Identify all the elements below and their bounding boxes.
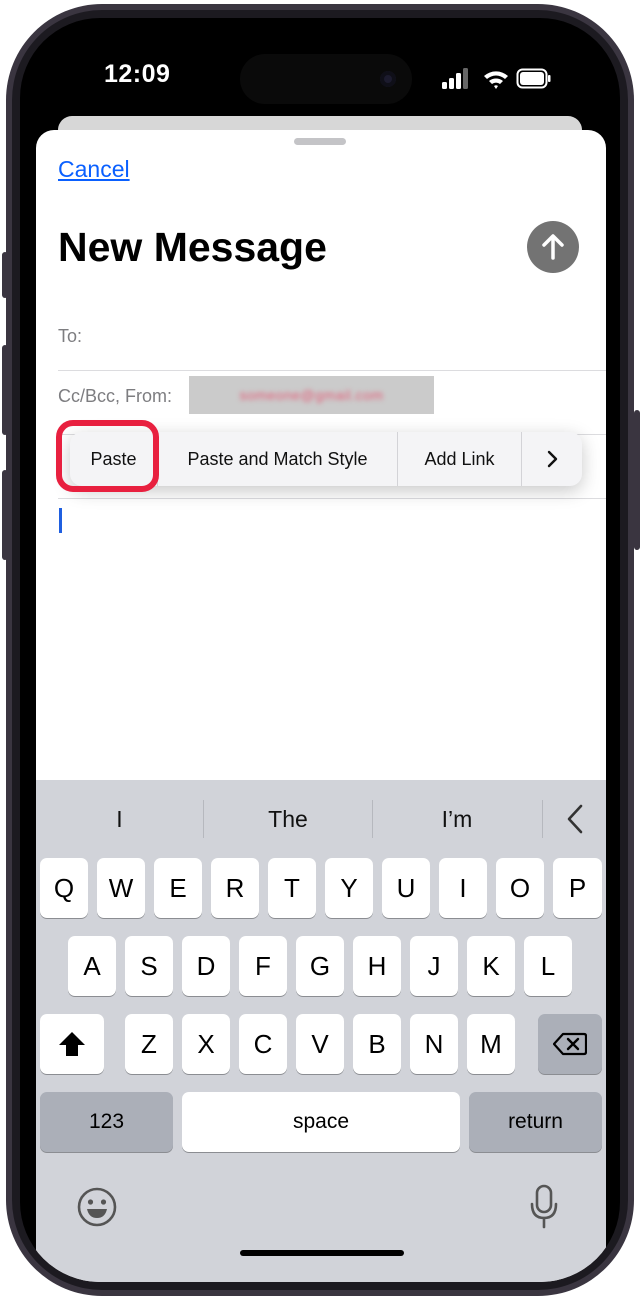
action-button	[2, 252, 8, 298]
wifi-icon	[484, 71, 508, 89]
backspace-icon	[553, 1032, 587, 1056]
home-indicator[interactable]	[240, 1250, 404, 1256]
return-key[interactable]: return	[469, 1092, 602, 1152]
shift-key[interactable]	[40, 1014, 104, 1074]
key-r[interactable]: R	[211, 858, 259, 918]
key-w[interactable]: W	[97, 858, 145, 918]
key-i[interactable]: I	[439, 858, 487, 918]
key-b[interactable]: B	[353, 1014, 401, 1074]
space-key[interactable]: space	[182, 1092, 460, 1152]
key-e[interactable]: E	[154, 858, 202, 918]
chevron-right-icon	[547, 450, 558, 468]
key-h[interactable]: H	[353, 936, 401, 996]
keyboard: I The I’m Q W E R T Y U I O P A S D F G …	[36, 780, 606, 1282]
key-c[interactable]: C	[239, 1014, 287, 1074]
from-email-field[interactable]: someone@gmail.com	[189, 376, 434, 414]
key-z[interactable]: Z	[125, 1014, 173, 1074]
key-y[interactable]: Y	[325, 858, 373, 918]
chevron-left-icon	[567, 804, 582, 834]
paste-match-style-menu-item[interactable]: Paste and Match Style	[158, 432, 398, 486]
paste-highlight-ring	[56, 420, 159, 492]
screen: 12:09 Cancel New Message To: Cc/Bcc, Fro…	[20, 18, 620, 1282]
key-t[interactable]: T	[268, 858, 316, 918]
key-q[interactable]: Q	[40, 858, 88, 918]
status-time: 12:09	[104, 60, 171, 88]
cellular-signal-icon	[442, 68, 468, 89]
text-cursor	[59, 508, 62, 533]
compose-sheet: Cancel New Message To: Cc/Bcc, From: som…	[36, 130, 606, 1282]
volume-up-button	[2, 345, 8, 435]
page-title: New Message	[58, 224, 327, 270]
key-n[interactable]: N	[410, 1014, 458, 1074]
key-d[interactable]: D	[182, 936, 230, 996]
divider	[58, 498, 606, 499]
send-button[interactable]	[527, 221, 579, 273]
battery-icon	[516, 68, 551, 89]
from-email-obscured: someone@gmail.com	[239, 387, 384, 403]
suggestion-2[interactable]: The	[204, 798, 372, 840]
key-s[interactable]: S	[125, 936, 173, 996]
more-menu-button[interactable]	[522, 432, 582, 486]
cancel-button[interactable]: Cancel	[58, 156, 130, 183]
suggestion-3[interactable]: I’m	[373, 798, 541, 840]
key-g[interactable]: G	[296, 936, 344, 996]
delete-key[interactable]	[538, 1014, 602, 1074]
key-p[interactable]: P	[553, 858, 602, 918]
key-f[interactable]: F	[239, 936, 287, 996]
status-icons	[442, 68, 551, 89]
key-v[interactable]: V	[296, 1014, 344, 1074]
status-bar: 12:09	[20, 18, 620, 128]
to-field-input[interactable]	[106, 314, 586, 360]
suggestion-1[interactable]: I	[36, 798, 203, 840]
key-l[interactable]: L	[524, 936, 572, 996]
to-field-label: To:	[58, 326, 83, 346]
shift-arrow-icon	[59, 1032, 85, 1056]
key-k[interactable]: K	[467, 936, 515, 996]
microphone-icon[interactable]	[528, 1184, 560, 1230]
collapse-suggestions-button[interactable]	[543, 798, 606, 840]
arrow-up-icon	[542, 234, 564, 260]
key-m[interactable]: M	[467, 1014, 515, 1074]
key-j[interactable]: J	[410, 936, 458, 996]
power-button	[634, 410, 640, 550]
numbers-key[interactable]: 123	[40, 1092, 173, 1152]
sheet-grabber[interactable]	[294, 138, 346, 145]
emoji-icon[interactable]	[76, 1186, 118, 1228]
volume-down-button	[2, 470, 8, 560]
key-u[interactable]: U	[382, 858, 430, 918]
key-x[interactable]: X	[182, 1014, 230, 1074]
cc-from-label: Cc/Bcc, From:	[58, 386, 173, 406]
add-link-menu-item[interactable]: Add Link	[398, 432, 522, 486]
key-a[interactable]: A	[68, 936, 116, 996]
dynamic-island	[240, 54, 412, 104]
key-o[interactable]: O	[496, 858, 544, 918]
camera-icon	[380, 71, 396, 87]
divider	[58, 370, 606, 371]
